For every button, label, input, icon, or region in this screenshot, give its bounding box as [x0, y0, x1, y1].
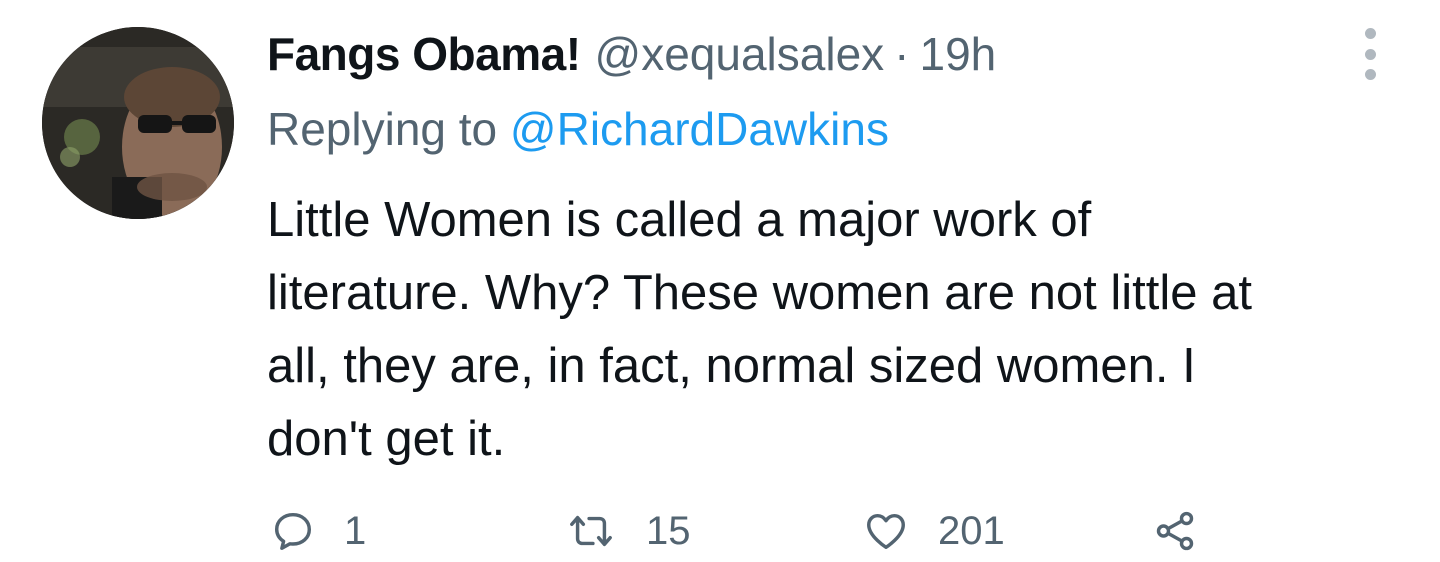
- replying-to: Replying to @RichardDawkins: [267, 100, 889, 158]
- reply-button[interactable]: 1: [270, 506, 366, 556]
- tweet-text-line: literature. Why? These women are not lit…: [267, 266, 1253, 320]
- share-button[interactable]: [1150, 506, 1200, 556]
- tweet-text-line: all, they are, in fact, normal sized wom…: [267, 339, 1196, 393]
- more-vertical-icon-dot: [1364, 69, 1376, 80]
- reply-icon: [274, 512, 312, 550]
- tweet-text-line: Little Women is called a major work of: [267, 193, 1092, 247]
- like-button[interactable]: 201: [862, 506, 1005, 556]
- user-handle[interactable]: @xequalsalex: [595, 25, 885, 83]
- reply-count: 1: [344, 509, 367, 553]
- avatar-image: [42, 27, 234, 219]
- avatar[interactable]: [42, 27, 234, 219]
- replying-to-link[interactable]: @RichardDawkins: [510, 103, 889, 155]
- more-options-button[interactable]: [1356, 28, 1384, 80]
- tweet-header: Fangs Obama! @xequalsalex · 19h: [267, 25, 996, 83]
- tweet-text: Little Women is called a major work of l…: [267, 184, 1407, 476]
- retweet-count: 15: [646, 509, 691, 553]
- tweet: Fangs Obama! @xequalsalex · 19h Replying…: [0, 0, 1440, 562]
- tweet-text-line: don't get it.: [267, 412, 506, 466]
- separator-dot: ·: [894, 28, 910, 80]
- display-name[interactable]: Fangs Obama!: [267, 25, 581, 83]
- share-icon: [1156, 511, 1194, 551]
- like-count: 201: [938, 509, 1005, 553]
- more-vertical-icon: [1364, 28, 1376, 39]
- retweet-icon: [570, 515, 612, 547]
- replying-prefix: Replying to: [267, 103, 498, 155]
- timestamp[interactable]: 19h: [919, 25, 996, 83]
- retweet-button[interactable]: 15: [564, 506, 691, 556]
- heart-icon: [867, 513, 905, 550]
- more-vertical-icon-dot: [1364, 48, 1376, 60]
